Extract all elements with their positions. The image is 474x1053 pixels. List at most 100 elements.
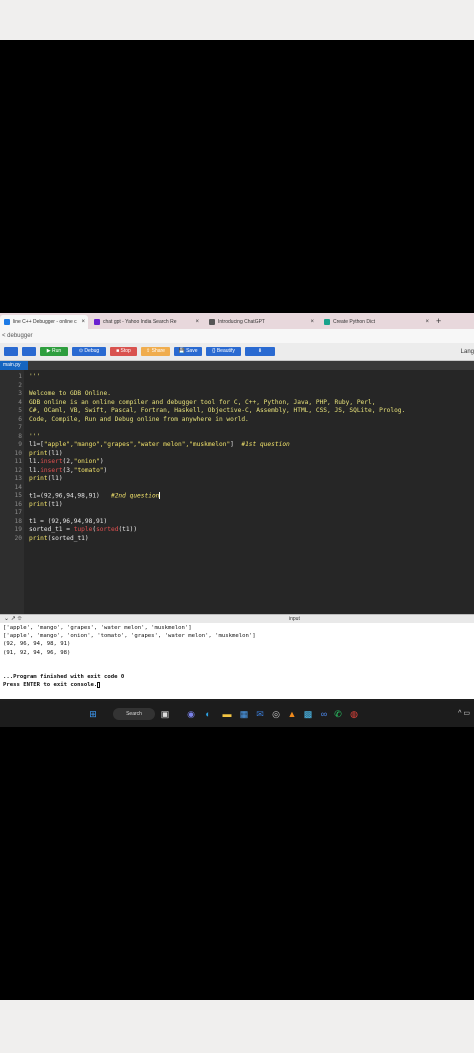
chat-icon[interactable]: ◉ — [186, 709, 196, 719]
browser-tab[interactable]: Create Python Dict × — [320, 315, 432, 329]
line-number: 18 — [14, 517, 22, 525]
code-line[interactable]: 17 — [0, 509, 474, 518]
code-line[interactable]: 14 — [0, 484, 474, 493]
browser-tab-strip: line C++ Debugger - online c × chat gpt - … — [0, 313, 474, 329]
toolbar-button-2[interactable]: ▶ Run — [40, 347, 68, 356]
mail-icon[interactable]: ✉ — [255, 709, 265, 719]
toolbar-button-8[interactable]: ⬇ — [245, 347, 275, 356]
code-line[interactable]: 15 t1=(92,96,94,98,91) #2nd question — [0, 492, 474, 501]
console-line: ['apple', 'mango', 'onion', 'tomato', 'g… — [3, 633, 256, 640]
tab-favicon-icon — [4, 318, 10, 325]
code-line[interactable]: 10 print(l1) — [0, 450, 474, 459]
edge-browser-icon[interactable]: ◐ — [203, 709, 213, 719]
code-line[interactable]: 11 l1.insert(2,"onion") — [0, 458, 474, 467]
line-number: 13 — [14, 475, 22, 482]
code-token: ''' — [29, 373, 41, 380]
code-text: Code, Compile, Run and Debug online from… — [29, 416, 249, 425]
code-line[interactable]: 19 sorted_t1 = tuple(sorted(t1)) — [0, 526, 474, 535]
code-text: print(t1) — [29, 501, 63, 510]
code-line[interactable]: 12 l1.insert(3,"tomato") — [0, 467, 474, 476]
dell-icon[interactable]: ◎ — [271, 709, 281, 719]
language-select[interactable]: Lang — [461, 347, 474, 357]
upload-button[interactable] — [22, 347, 36, 356]
code-line[interactable]: 18 t1 = (92,96,94,98,91) — [0, 518, 474, 527]
file-tab-main-py[interactable]: main.py — [0, 361, 28, 370]
toolbar-button-3[interactable]: ⊙ Debug — [72, 347, 106, 356]
vlc-icon[interactable]: ▲ — [287, 709, 297, 719]
console-output[interactable]: ['apple', 'mango', 'grapes', 'water melo… — [0, 623, 474, 699]
close-tab-icon[interactable]: × — [81, 315, 85, 329]
file-button[interactable] — [4, 347, 18, 356]
close-tab-icon[interactable]: × — [195, 315, 199, 329]
line-number: 6 — [18, 415, 22, 423]
line-number: 3 — [18, 390, 22, 397]
code-text: l1=["apple","mango","grapes","water melo… — [29, 441, 290, 450]
system-tray[interactable]: ^ ▭ — [458, 709, 470, 717]
close-tab-icon[interactable]: × — [310, 315, 314, 329]
code-token: ) — [103, 466, 108, 474]
code-line[interactable]: 2 — [0, 382, 474, 391]
code-token: C#, OCaml, VB, Swift, Pascal, Fortran, H… — [29, 407, 406, 414]
code-text: print(l1) — [29, 475, 63, 484]
line-number: 15 — [14, 492, 22, 499]
toolbar-button-7[interactable]: {} Beautify — [206, 347, 241, 356]
code-line[interactable]: 3 Welcome to GDB Online. — [0, 390, 474, 399]
code-line[interactable]: 9 l1=["apple","mango","grapes","water mel… — [0, 441, 474, 450]
new-tab-button[interactable]: + — [436, 315, 441, 327]
code-text: GDB online is an online compiler and deb… — [29, 399, 375, 408]
code-line[interactable]: 7 — [0, 424, 474, 433]
code-line[interactable]: 1 ''' — [0, 373, 474, 382]
code-line[interactable]: 6 Code, Compile, Run and Debug online fro… — [0, 416, 474, 425]
windows-start-icon[interactable]: ⊞ — [88, 709, 98, 719]
toolbar-button-5[interactable]: ⇪ Share — [141, 347, 170, 356]
code-line[interactable]: 13 print(l1) — [0, 475, 474, 484]
code-token: "apple","mango","grapes","water melon","… — [43, 441, 231, 448]
chrome-icon[interactable]: ◍ — [349, 709, 359, 719]
code-line[interactable]: 20 print(sorted_t1) — [0, 535, 474, 544]
code-token: t1=(92,96,94,98,91) — [29, 492, 111, 500]
code-text: C#, OCaml, VB, Swift, Pascal, Fortran, H… — [29, 407, 405, 416]
browser-tab[interactable]: line C++ Debugger - online c × — [0, 315, 88, 329]
code-token: ] — [230, 441, 242, 448]
line-number: 5 — [18, 407, 22, 414]
page-header[interactable]: < debugger — [0, 329, 474, 343]
file-tab-row: main.py — [0, 361, 474, 370]
code-token: print — [29, 475, 48, 482]
code-token: (t1)) — [118, 526, 138, 533]
whatsapp-icon[interactable]: ✆ — [333, 709, 343, 719]
tab-label: chat gpt - Yahoo India Search Re — [103, 319, 177, 325]
code-token: "tomato" — [73, 466, 104, 474]
code-token: #1st question — [241, 441, 290, 448]
console-line: Press ENTER to exit console. — [3, 681, 101, 689]
code-token: print — [29, 449, 48, 457]
line-number: 19 — [14, 526, 22, 533]
code-text: Welcome to GDB Online. — [29, 390, 111, 399]
code-line[interactable]: 16 print(t1) — [0, 501, 474, 510]
store-icon[interactable]: ▦ — [239, 709, 249, 719]
line-number: 11 — [14, 458, 22, 465]
code-line[interactable]: 4 GDB online is an online compiler and de… — [0, 399, 474, 408]
code-text: l1.insert(2,"onion") — [29, 458, 104, 467]
photos-icon[interactable]: ▩ — [303, 709, 313, 719]
code-token: (t1) — [47, 500, 63, 508]
code-line[interactable]: 5 C#, OCaml, VB, Swift, Pascal, Fortran, … — [0, 407, 474, 416]
taskbar-search-button[interactable]: Search — [113, 708, 155, 720]
line-number: 7 — [18, 424, 22, 431]
code-token: print — [29, 500, 48, 508]
link-icon[interactable]: ∞ — [319, 709, 329, 719]
tab-label: Create Python Dict — [333, 319, 375, 325]
tab-favicon-icon — [324, 318, 330, 325]
console-line: (92, 96, 94, 98, 91) — [3, 641, 71, 648]
code-text: print(l1) — [29, 450, 63, 459]
toolbar-button-6[interactable]: 💾 Save — [174, 347, 202, 356]
close-tab-icon[interactable]: × — [425, 315, 429, 329]
browser-tab[interactable]: chat gpt - Yahoo India Search Re × — [90, 315, 202, 329]
task-view-icon[interactable]: ▣ — [160, 709, 170, 719]
code-editor[interactable]: 1 ''' 2 3 Welcome to GDB Online. 4 GDB online … — [0, 370, 474, 614]
toolbar-button-4[interactable]: ■ Stop — [110, 347, 137, 356]
code-token: GDB online is an online compiler and deb… — [29, 398, 376, 406]
file-explorer-icon[interactable]: ▬ — [222, 709, 232, 719]
code-line[interactable]: 8 ''' — [0, 433, 474, 442]
browser-tab[interactable]: Introducing ChatGPT × — [205, 315, 317, 329]
code-token: print — [29, 534, 48, 542]
